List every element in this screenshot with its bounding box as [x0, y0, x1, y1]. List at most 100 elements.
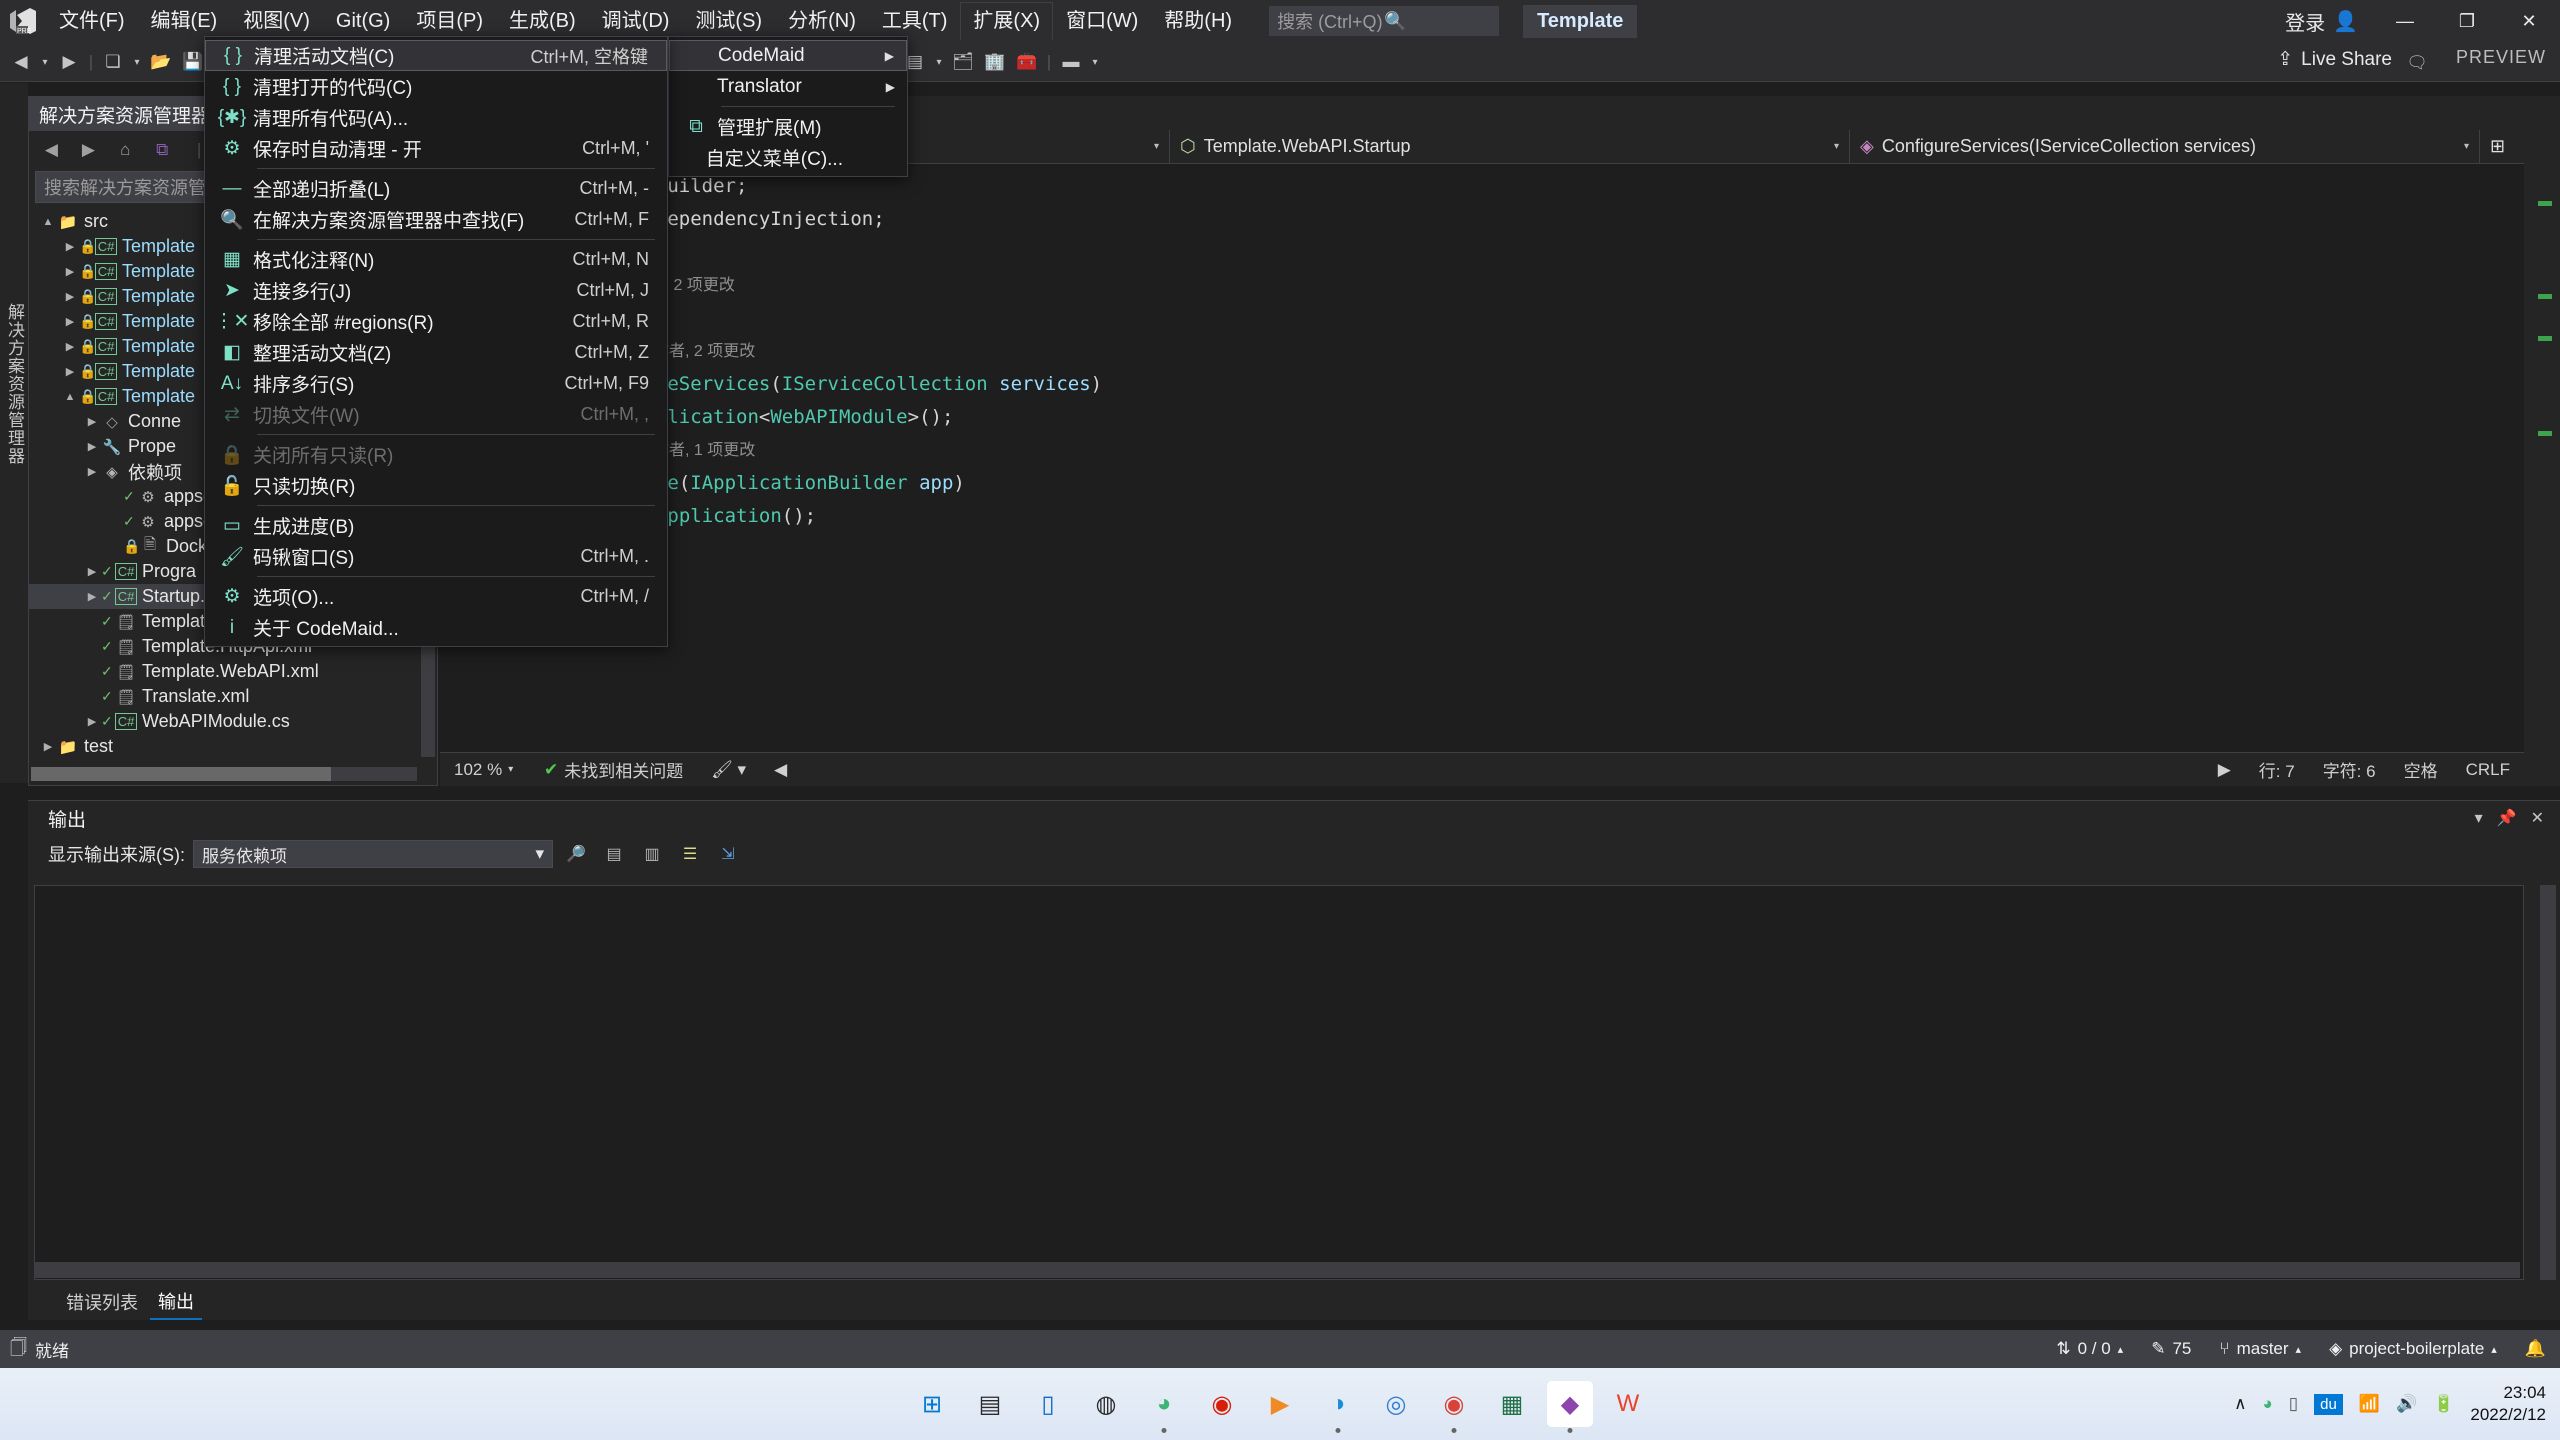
new-project-dropdown-icon[interactable]: ▾: [130, 47, 144, 77]
se-home-icon[interactable]: ⌂: [109, 135, 142, 165]
menu-item[interactable]: { }清理打开的代码(C): [205, 71, 667, 102]
output-pin-icon[interactable]: 📌: [2497, 808, 2517, 828]
menu-debug[interactable]: 调试(D): [589, 2, 683, 40]
line-ending-indicator[interactable]: CRLF: [2452, 760, 2524, 780]
tree-twisty-icon[interactable]: ▶: [83, 415, 101, 428]
tree-twisty-icon[interactable]: ▶: [61, 315, 79, 328]
menu-item[interactable]: Translator▶: [669, 71, 907, 102]
menu-item[interactable]: 🔍在解决方案资源管理器中查找(F)Ctrl+M, F: [205, 204, 667, 235]
layout-dropdown-icon[interactable]: ▾: [932, 47, 946, 77]
menu-tools[interactable]: 工具(T): [869, 2, 961, 40]
chrome-icon[interactable]: ◉: [1431, 1381, 1477, 1427]
tray-device-icon[interactable]: ▯: [2289, 1394, 2298, 1414]
tray-volume-icon[interactable]: 🔊: [2396, 1394, 2417, 1414]
tree-node[interactable]: ▶📁test: [29, 734, 419, 759]
nav-member-caret-icon[interactable]: ▾: [2464, 141, 2469, 152]
menu-item[interactable]: ▦格式化注释(N)Ctrl+M, N: [205, 244, 667, 275]
browser-blue-icon[interactable]: ◎: [1373, 1381, 1419, 1427]
taskbar-clock[interactable]: 23:04 2022/2/12: [2470, 1382, 2546, 1426]
netease-music-icon[interactable]: ◉: [1199, 1381, 1245, 1427]
code-text-area[interactable]: rosoft.AspNetCore.Builder;rosoft.Extensi…: [440, 164, 2524, 752]
toolbox-vertical-label[interactable]: 解决方案资源管理器: [2, 303, 27, 465]
indentation-indicator[interactable]: 空格: [2390, 757, 2452, 782]
minimize-button[interactable]: —: [2374, 0, 2436, 42]
tree-twisty-icon[interactable]: ▶: [61, 340, 79, 353]
codemaid-submenu[interactable]: { }清理活动文档(C)Ctrl+M, 空格键{ }清理打开的代码(C){✱}清…: [204, 36, 668, 647]
start-icon[interactable]: ⊞: [909, 1381, 955, 1427]
tree-twisty-icon[interactable]: ▶: [39, 740, 57, 753]
output-hscrollbar[interactable]: [34, 1262, 2520, 1278]
output-clear-all-icon[interactable]: ▤: [599, 840, 629, 868]
tree-twisty-icon[interactable]: ▶: [61, 265, 79, 278]
wps-icon[interactable]: W: [1605, 1381, 1651, 1427]
tree-node[interactable]: ✓🗒Translate.xml: [29, 684, 419, 709]
navigate-forward-icon[interactable]: ▶: [54, 47, 84, 77]
menu-view[interactable]: 视图(V): [230, 2, 323, 40]
edge-icon[interactable]: ◑: [1315, 1381, 1361, 1427]
nav-project-caret-icon[interactable]: ▾: [1154, 141, 1159, 152]
menu-item[interactable]: i关于 CodeMaid...: [205, 612, 667, 643]
codelens-line[interactable]: 引用 | ron, 221 天前 | 1 名作者, 2 项更改: [450, 269, 2524, 302]
status-pending-changes[interactable]: ✎ 75: [2137, 1339, 2205, 1359]
menu-item[interactable]: 🖌码锹窗口(S)Ctrl+M, .: [205, 541, 667, 572]
menu-item[interactable]: ➤连接多行(J)Ctrl+M, J: [205, 275, 667, 306]
back-dropdown-icon[interactable]: ▾: [38, 47, 52, 77]
wechat-icon[interactable]: ◕: [1141, 1381, 1187, 1427]
menu-git[interactable]: Git(G): [323, 2, 403, 40]
codelens-line[interactable]: 个引用 | ron, 221 天前 | 1 名作者, 2 项更改: [450, 335, 2524, 368]
status-sync-indicator[interactable]: ⇅ 0 / 0 ▴: [2042, 1339, 2137, 1359]
menu-item[interactable]: { }清理活动文档(C)Ctrl+M, 空格键: [205, 40, 667, 71]
tree-twisty-icon[interactable]: ▶: [83, 440, 101, 453]
tree-node[interactable]: ▶✓C#WebAPIModule.cs: [29, 709, 419, 734]
navigate-back-icon[interactable]: ◀: [6, 47, 36, 77]
menu-item[interactable]: ⧉管理扩展(M): [669, 111, 907, 142]
maximize-button[interactable]: ❐: [2436, 0, 2498, 42]
toolbox-icon[interactable]: 🧰: [1012, 47, 1042, 77]
live-share-button[interactable]: ⇪ Live Share: [2277, 48, 2392, 71]
menu-item[interactable]: ◧整理活动文档(Z)Ctrl+M, Z: [205, 337, 667, 368]
add-toolbar-dropdown-icon[interactable]: ▾: [1088, 47, 1102, 77]
se-switch-views-icon[interactable]: ⧉: [146, 135, 179, 165]
menu-item[interactable]: ⚙保存时自动清理 - 开Ctrl+M, ': [205, 133, 667, 164]
explorer-icon[interactable]: ▯: [1025, 1381, 1071, 1427]
team-explorer-icon[interactable]: 🏢: [980, 47, 1010, 77]
menu-extensions[interactable]: 扩展(X): [960, 2, 1053, 40]
new-project-icon[interactable]: ❏: [98, 47, 128, 77]
editor-scroll-rail[interactable]: [2524, 96, 2560, 786]
editor-scroll-left-icon[interactable]: ◀: [760, 760, 801, 780]
output-clear-pane-icon[interactable]: ⇲: [713, 840, 743, 868]
output-go-to-message-icon[interactable]: ☰: [675, 840, 705, 868]
output-text-area[interactable]: [34, 885, 2524, 1280]
tray-battery-icon[interactable]: 🔋: [2433, 1394, 2454, 1414]
tree-twisty-icon[interactable]: ▶: [61, 365, 79, 378]
tree-twisty-icon[interactable]: ▶: [61, 240, 79, 253]
menu-item[interactable]: ⋮✕移除全部 #regions(R)Ctrl+M, R: [205, 306, 667, 337]
output-vscrollbar[interactable]: [2540, 885, 2556, 1280]
editor-scroll-right-icon[interactable]: ▶: [2204, 760, 2245, 780]
search-input[interactable]: 搜索 (Ctrl+Q) 🔍: [1269, 6, 1499, 36]
tree-twisty-icon[interactable]: ▶: [61, 290, 79, 303]
menu-item[interactable]: ▭生成进度(B): [205, 510, 667, 541]
status-branch[interactable]: ⑂ master ▴: [2205, 1339, 2315, 1359]
codelens-line[interactable]: 个引用 | ron, 221 天前 | 1 名作者, 1 项更改: [450, 434, 2524, 467]
menu-analyze[interactable]: 分析(N): [775, 2, 869, 40]
tab-error-list[interactable]: 错误列表: [58, 1285, 146, 1319]
solution-explorer-hscroll-thumb[interactable]: [31, 767, 331, 781]
menu-item[interactable]: —全部递归折叠(L)Ctrl+M, -: [205, 173, 667, 204]
media-player-icon[interactable]: ▶: [1257, 1381, 1303, 1427]
excel-icon[interactable]: ▦: [1489, 1381, 1535, 1427]
nav-member-combo[interactable]: ◈ ConfigureServices(IServiceCollection s…: [1850, 130, 2480, 164]
tray-chevron-icon[interactable]: ∧: [2234, 1394, 2246, 1414]
output-dropdown-icon[interactable]: ▾: [2475, 808, 2483, 828]
nav-class-caret-icon[interactable]: ▾: [1834, 141, 1839, 152]
extensions-dropdown-menu[interactable]: CodeMaid▶Translator▶⧉管理扩展(M)自定义菜单(C)...: [668, 36, 908, 177]
menu-item[interactable]: 自定义菜单(C)...: [669, 142, 907, 173]
tray-green-icon[interactable]: ◕: [2263, 1394, 2273, 1414]
menu-file[interactable]: 文件(F): [46, 2, 138, 40]
menu-test[interactable]: 测试(S): [682, 2, 775, 40]
close-button[interactable]: ✕: [2498, 0, 2560, 42]
menu-item[interactable]: ⚙选项(O)...Ctrl+M, /: [205, 581, 667, 612]
tray-wifi-icon[interactable]: 📶: [2359, 1394, 2380, 1414]
se-forward-icon[interactable]: ▶: [72, 135, 105, 165]
tree-twisty-icon[interactable]: ▶: [83, 465, 101, 478]
